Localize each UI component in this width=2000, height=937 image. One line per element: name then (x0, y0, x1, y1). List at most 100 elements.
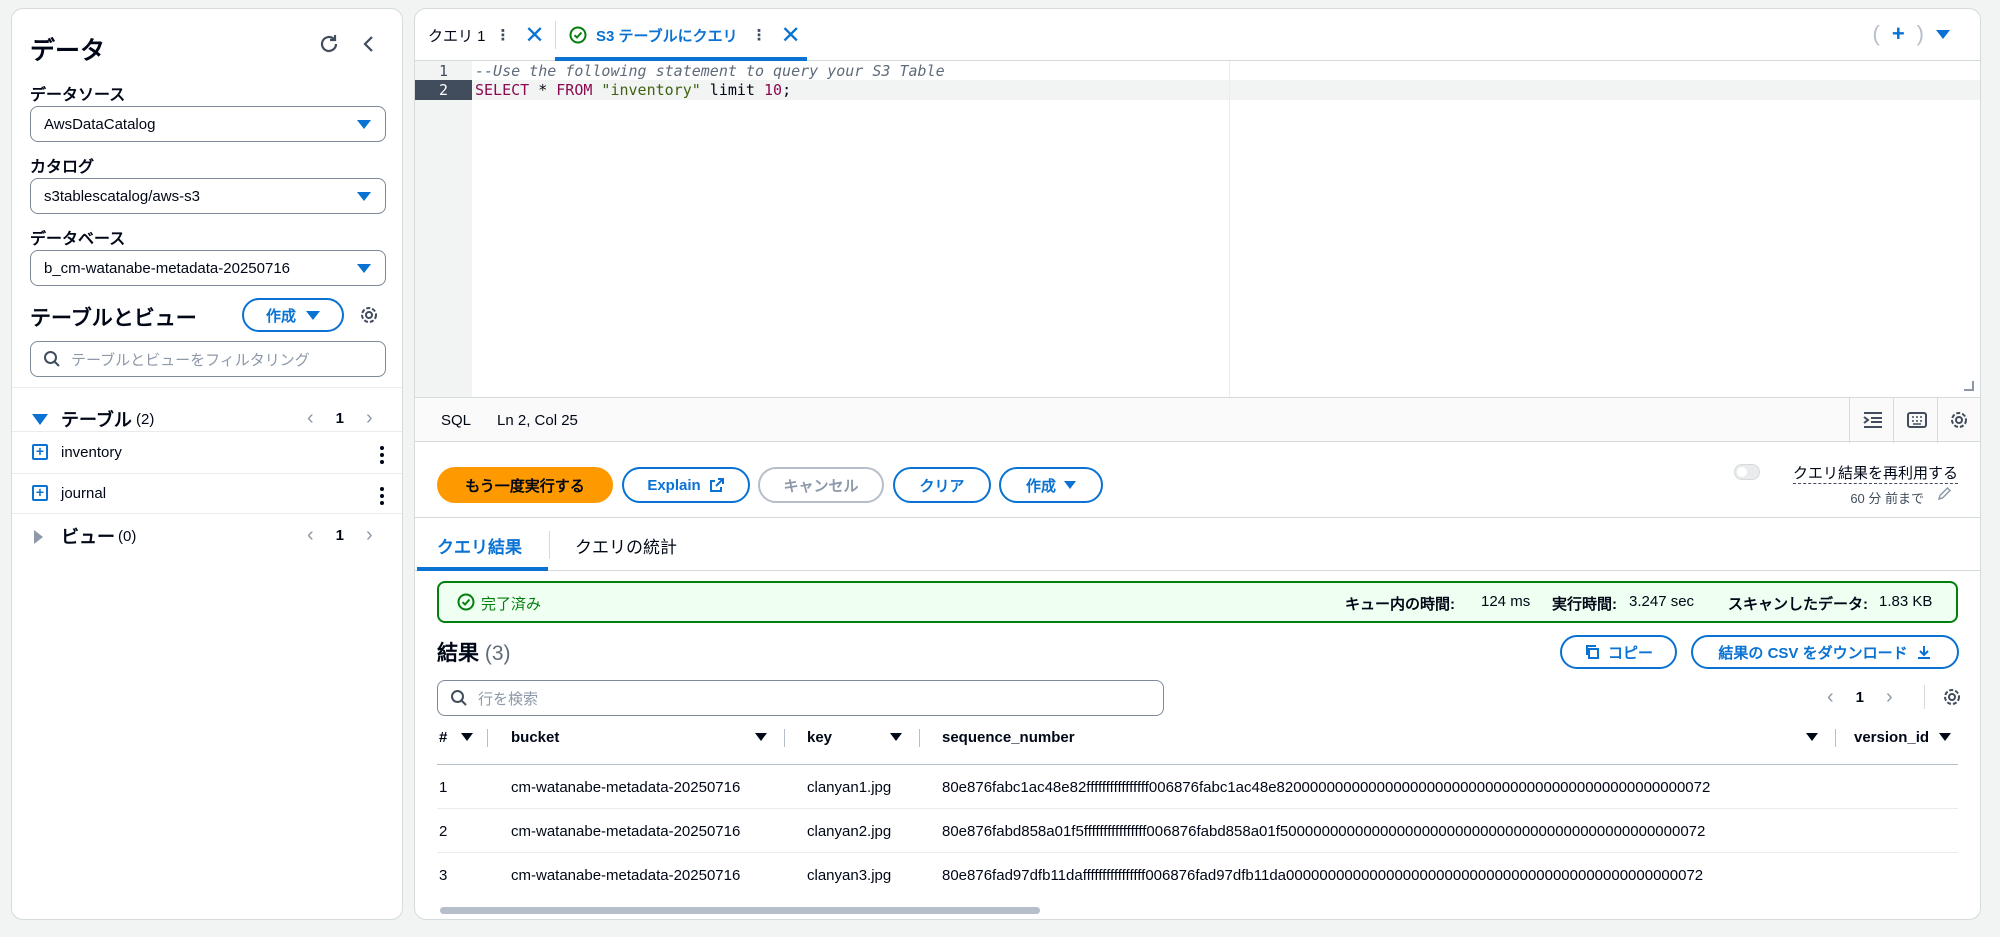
column-header-bucket[interactable]: bucket (511, 719, 559, 755)
create-label: 作成 (265, 307, 296, 325)
data-source-label: データソース (30, 87, 126, 104)
column-header-version-id[interactable]: version_id (1854, 719, 1929, 755)
column-header-key[interactable]: key (807, 719, 832, 755)
language-label: SQL (441, 412, 472, 429)
sort-icon[interactable] (1939, 733, 1951, 741)
format-icon[interactable] (1858, 405, 1888, 435)
sql-number: 10 (764, 81, 783, 99)
catalog-select[interactable]: s3tablescatalog/aws-s3 (30, 178, 386, 214)
expand-icon[interactable]: + (32, 444, 48, 460)
next-page-icon[interactable]: › (366, 407, 373, 430)
download-csv-button[interactable]: 結果の CSV をダウンロード (1691, 635, 1959, 669)
tab-menu-icon[interactable]: ⋮ (496, 26, 511, 44)
cell-key: clanyan3.jpg (807, 866, 892, 884)
close-icon[interactable]: ✕ (781, 21, 801, 50)
data-source-value: AwsDataCatalog (44, 116, 156, 133)
data-panel: データ データソース AwsDataCatalog カタログ s3tablesc… (11, 8, 403, 920)
copy-button[interactable]: コピー (1560, 635, 1677, 669)
settings-icon[interactable] (354, 300, 384, 330)
caret-down-icon (357, 264, 371, 273)
add-tab-icon[interactable]: + (1892, 21, 1905, 47)
create-dropdown-button[interactable]: 作成 (242, 298, 344, 332)
sql-editor[interactable]: 1 2 --Use the following statement to que… (415, 61, 1980, 397)
sort-icon[interactable] (1806, 733, 1818, 741)
refresh-icon[interactable] (314, 29, 344, 59)
expand-icon[interactable]: + (32, 485, 48, 501)
search-icon (43, 350, 61, 372)
views-count: (0) (118, 527, 137, 545)
clear-button[interactable]: クリア (893, 467, 991, 503)
database-select[interactable]: b_cm-watanabe-metadata-20250716 (30, 250, 386, 286)
scroll-tabs-right-icon[interactable]: ) (1917, 21, 1924, 47)
scanned-data-value: 1.83 KB (1879, 593, 1933, 610)
more-actions-icon[interactable] (380, 487, 384, 505)
more-actions-icon[interactable] (380, 446, 384, 464)
sql-keyword: FROM (556, 81, 593, 99)
caret-down-icon (357, 192, 371, 201)
collapse-icon[interactable] (354, 29, 384, 59)
tab-query-stats[interactable]: クエリの統計 (575, 519, 677, 571)
next-page-icon[interactable]: › (366, 524, 373, 547)
table-filter-input[interactable]: テーブルとビューをフィルタリング (30, 341, 386, 377)
sort-icon[interactable] (755, 733, 767, 741)
search-icon (450, 689, 468, 711)
column-header-sequence-number[interactable]: sequence_number (942, 719, 1075, 755)
reuse-results-sub: 60 分 前まで (1850, 491, 1924, 506)
edit-icon[interactable] (1937, 486, 1952, 506)
editor-status-bar: SQL Ln 2, Col 25 (415, 397, 1980, 443)
table-item-journal[interactable]: + journal (12, 473, 402, 513)
cell-key: clanyan1.jpg (807, 778, 892, 796)
reuse-results-toggle[interactable] (1734, 464, 1760, 480)
tables-views-title: テーブルとビュー (30, 307, 197, 330)
prev-page-icon[interactable]: ‹ (1827, 686, 1834, 709)
tabs-dropdown-icon[interactable] (1936, 29, 1950, 39)
sort-icon[interactable] (461, 733, 473, 741)
resize-handle-icon[interactable] (1964, 381, 1974, 391)
download-icon (1916, 644, 1932, 660)
table-row[interactable]: 3 cm-watanabe-metadata-20250716 clanyan3… (437, 852, 1958, 896)
cell-key: clanyan2.jpg (807, 822, 892, 840)
results-count: (3) (484, 642, 511, 665)
scroll-tabs-left-icon[interactable]: ( (1872, 21, 1879, 47)
table-settings-icon[interactable] (1937, 682, 1967, 712)
cancel-button[interactable]: キャンセル (758, 467, 884, 503)
run-again-button[interactable]: もう一度実行する (437, 467, 613, 503)
create-label: 作成 (1025, 477, 1056, 495)
next-page-icon[interactable]: › (1886, 686, 1893, 709)
results-title-text: 結果 (437, 642, 479, 665)
tab-query-1[interactable]: クエリ 1 ⋮ ✕ (428, 9, 545, 61)
cell-index: 1 (439, 778, 448, 796)
tab-query-results[interactable]: クエリ結果 (437, 519, 522, 571)
tab-menu-icon[interactable]: ⋮ (752, 26, 767, 44)
tab-s3-table-query[interactable]: S3 テーブルにクエリ ⋮ ✕ (569, 9, 801, 61)
data-source-select[interactable]: AwsDataCatalog (30, 106, 386, 142)
cell-bucket: cm-watanabe-metadata-20250716 (511, 822, 741, 840)
panel-title: データ (30, 37, 106, 65)
sort-icon[interactable] (890, 733, 902, 741)
table-row[interactable]: 2 cm-watanabe-metadata-20250716 clanyan2… (437, 808, 1958, 852)
horizontal-scrollbar[interactable] (440, 907, 1040, 914)
prev-page-icon[interactable]: ‹ (307, 524, 314, 547)
column-header-index[interactable]: # (439, 719, 447, 755)
cursor-position: Ln 2, Col 25 (497, 412, 578, 429)
reuse-results-label: クエリ結果を再利用する (1792, 462, 1958, 484)
cell-sequence-number: 80e876fabd858a01f5ffffffffffffffff006876… (942, 822, 1706, 840)
explain-button[interactable]: Explain (622, 467, 750, 503)
close-icon[interactable]: ✕ (525, 21, 545, 50)
prev-page-icon[interactable]: ‹ (307, 407, 314, 430)
tab-label: クエリ 1 (428, 27, 486, 45)
table-item-inventory[interactable]: + inventory (12, 432, 402, 472)
search-placeholder: 行を検索 (478, 690, 539, 708)
cell-sequence-number: 80e876fad97dfb11daffffffffffffffff006876… (942, 866, 1704, 884)
table-row[interactable]: 1 cm-watanabe-metadata-20250716 clanyan1… (437, 764, 1958, 808)
keyboard-icon[interactable] (1902, 405, 1932, 435)
cell-bucket: cm-watanabe-metadata-20250716 (511, 866, 741, 884)
row-search-input[interactable]: 行を検索 (437, 680, 1164, 716)
results-title: 結果 (3) (437, 637, 511, 667)
settings-icon[interactable] (1944, 405, 1974, 435)
download-label: 結果の CSV をダウンロード (1718, 644, 1908, 662)
create-dropdown-button[interactable]: 作成 (999, 467, 1103, 503)
database-label: データベース (30, 231, 126, 248)
views-section-header[interactable]: ビュー (0) ‹ 1 › (12, 516, 402, 556)
table-name: journal (61, 484, 107, 502)
